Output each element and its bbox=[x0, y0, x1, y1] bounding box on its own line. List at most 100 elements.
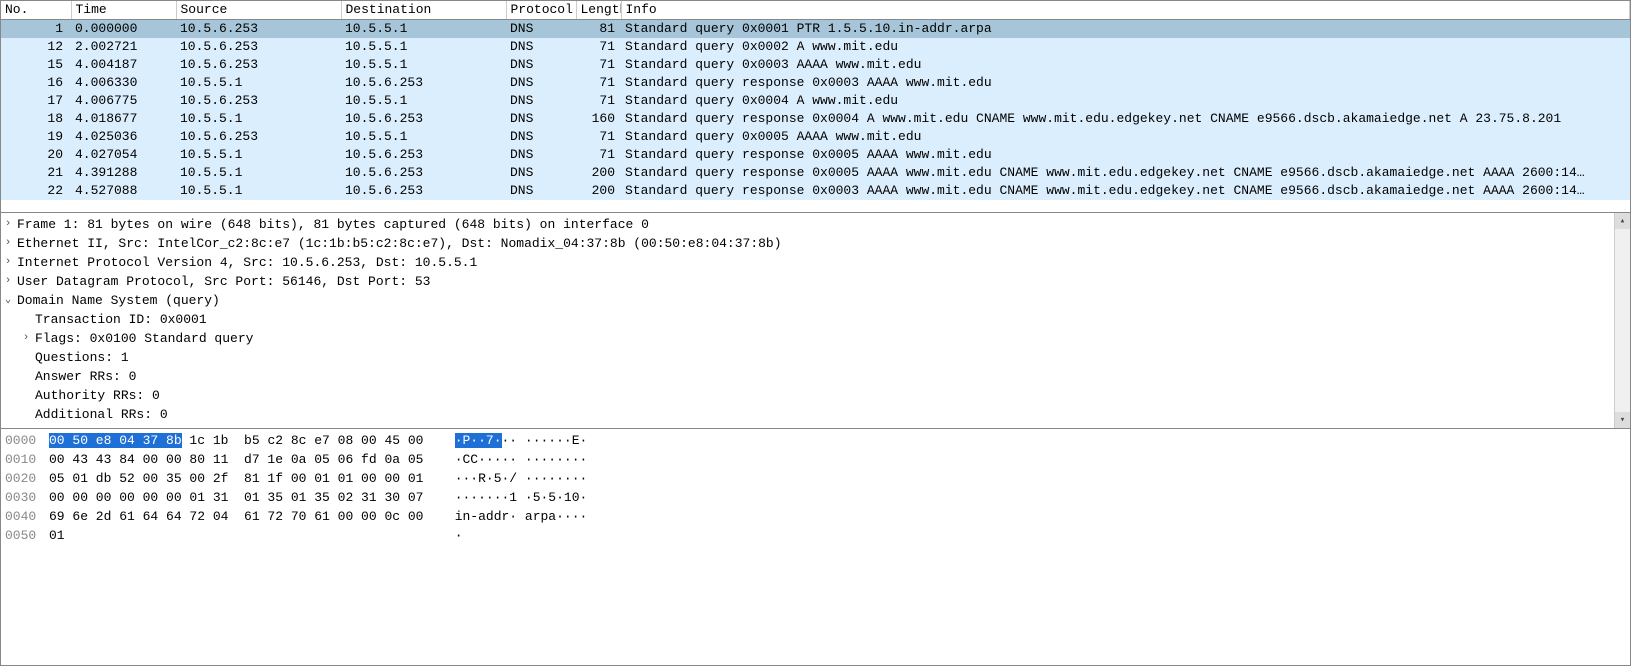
packet-cell: 10.5.6.253 bbox=[341, 164, 506, 182]
detail-tree-text: Frame 1: 81 bytes on wire (648 bits), 81… bbox=[15, 215, 649, 234]
packet-cell: 10.5.5.1 bbox=[176, 74, 341, 92]
col-header-info[interactable]: Info bbox=[621, 1, 1630, 20]
ascii-text: ·· ······E· bbox=[502, 433, 588, 448]
packet-row[interactable]: 184.01867710.5.5.110.5.6.253DNS160Standa… bbox=[1, 110, 1630, 128]
details-scrollbar[interactable]: ▴ ▾ bbox=[1614, 213, 1630, 428]
packet-row[interactable]: 204.02705410.5.5.110.5.6.253DNS71Standar… bbox=[1, 146, 1630, 164]
scroll-down-icon[interactable]: ▾ bbox=[1615, 412, 1630, 428]
packet-cell: 21 bbox=[1, 164, 71, 182]
packet-row[interactable]: 174.00677510.5.6.25310.5.5.1DNS71Standar… bbox=[1, 92, 1630, 110]
expand-right-icon[interactable]: › bbox=[1, 272, 15, 291]
packet-cell: 4.025036 bbox=[71, 128, 176, 146]
expand-right-icon[interactable]: › bbox=[1, 234, 15, 253]
hex-row[interactable]: 001000 43 43 84 00 00 80 11 d7 1e 0a 05 … bbox=[5, 450, 1626, 469]
detail-tree-text: Answer RRs: 0 bbox=[33, 367, 136, 386]
packet-cell: 200 bbox=[576, 182, 621, 200]
detail-tree-row[interactable]: Authority RRs: 0 bbox=[1, 386, 1630, 405]
ascii-text: ···R·5·/ ········ bbox=[455, 471, 588, 486]
detail-tree-row[interactable]: ›Frame 1: 81 bytes on wire (648 bits), 8… bbox=[1, 215, 1630, 234]
expand-right-icon[interactable]: › bbox=[1, 253, 15, 272]
packet-cell: DNS bbox=[506, 164, 576, 182]
packet-row[interactable]: 164.00633010.5.5.110.5.6.253DNS71Standar… bbox=[1, 74, 1630, 92]
hex-row[interactable]: 002005 01 db 52 00 35 00 2f 81 1f 00 01 … bbox=[5, 469, 1626, 488]
expand-down-icon[interactable]: ⌄ bbox=[1, 291, 15, 310]
detail-tree-row[interactable]: Transaction ID: 0x0001 bbox=[1, 310, 1630, 329]
packet-row[interactable]: 224.52708810.5.5.110.5.6.253DNS200Standa… bbox=[1, 182, 1630, 200]
hex-row[interactable]: 003000 00 00 00 00 00 01 31 01 35 01 35 … bbox=[5, 488, 1626, 507]
packet-cell: 10.5.5.1 bbox=[341, 20, 506, 39]
packet-cell: DNS bbox=[506, 146, 576, 164]
detail-tree-row[interactable]: ⌄Domain Name System (query) bbox=[1, 291, 1630, 310]
packet-cell: DNS bbox=[506, 92, 576, 110]
col-header-time[interactable]: Time bbox=[71, 1, 176, 20]
hex-bytes: 00 43 43 84 00 00 80 11 d7 1e 0a 05 06 f… bbox=[49, 452, 423, 467]
packet-cell: 17 bbox=[1, 92, 71, 110]
packet-cell: 10.5.6.253 bbox=[176, 92, 341, 110]
packet-row[interactable]: 122.00272110.5.6.25310.5.5.1DNS71Standar… bbox=[1, 38, 1630, 56]
packet-row[interactable]: 10.00000010.5.6.25310.5.5.1DNS81Standard… bbox=[1, 20, 1630, 39]
packet-cell: Standard query response 0x0005 AAAA www.… bbox=[621, 146, 1630, 164]
col-header-destination[interactable]: Destination bbox=[341, 1, 506, 20]
packet-cell: DNS bbox=[506, 128, 576, 146]
packet-cell: 4.004187 bbox=[71, 56, 176, 74]
hex-offset: 0010 bbox=[5, 450, 49, 469]
packet-cell: 10.5.5.1 bbox=[176, 164, 341, 182]
hex-bytes: 69 6e 2d 61 64 64 72 04 61 72 70 61 00 0… bbox=[49, 509, 423, 524]
detail-tree-row[interactable]: Questions: 1 bbox=[1, 348, 1630, 367]
hex-row[interactable]: 000000 50 e8 04 37 8b 1c 1b b5 c2 8c e7 … bbox=[5, 431, 1626, 450]
packet-cell: 10.5.5.1 bbox=[341, 38, 506, 56]
detail-tree-row[interactable]: ›Ethernet II, Src: IntelCor_c2:8c:e7 (1c… bbox=[1, 234, 1630, 253]
hex-bytes: 1c 1b b5 c2 8c e7 08 00 45 00 bbox=[182, 433, 424, 448]
packet-cell: 20 bbox=[1, 146, 71, 164]
detail-tree-row[interactable]: ›User Datagram Protocol, Src Port: 56146… bbox=[1, 272, 1630, 291]
hex-bytes: 01 bbox=[49, 528, 65, 543]
expand-right-icon[interactable]: › bbox=[19, 329, 33, 348]
packet-cell: 15 bbox=[1, 56, 71, 74]
packet-table: No. Time Source Destination Protocol Len… bbox=[1, 1, 1630, 200]
packet-cell: 18 bbox=[1, 110, 71, 128]
packet-cell: DNS bbox=[506, 74, 576, 92]
packet-row[interactable]: 214.39128810.5.5.110.5.6.253DNS200Standa… bbox=[1, 164, 1630, 182]
packet-cell: 12 bbox=[1, 38, 71, 56]
expand-right-icon[interactable]: › bbox=[1, 215, 15, 234]
hex-highlight: 00 50 e8 04 37 8b bbox=[49, 433, 182, 448]
packet-cell: 10.5.6.253 bbox=[176, 128, 341, 146]
packet-cell: 16 bbox=[1, 74, 71, 92]
ascii-highlight: ·P··7· bbox=[455, 433, 502, 448]
packet-cell: 160 bbox=[576, 110, 621, 128]
ascii-text: ·CC····· ········ bbox=[455, 452, 588, 467]
packet-row[interactable]: 154.00418710.5.6.25310.5.5.1DNS71Standar… bbox=[1, 56, 1630, 74]
hex-bytes: 05 01 db 52 00 35 00 2f 81 1f 00 01 01 0… bbox=[49, 471, 423, 486]
col-header-length[interactable]: Length bbox=[576, 1, 621, 20]
detail-tree-row[interactable]: ›Flags: 0x0100 Standard query bbox=[1, 329, 1630, 348]
packet-bytes-pane[interactable]: 000000 50 e8 04 37 8b 1c 1b b5 c2 8c e7 … bbox=[0, 429, 1631, 666]
packet-cell: Standard query response 0x0003 AAAA www.… bbox=[621, 74, 1630, 92]
packet-cell: 71 bbox=[576, 56, 621, 74]
detail-tree-text: User Datagram Protocol, Src Port: 56146,… bbox=[15, 272, 430, 291]
detail-tree-text: Ethernet II, Src: IntelCor_c2:8c:e7 (1c:… bbox=[15, 234, 782, 253]
packet-row[interactable]: 194.02503610.5.6.25310.5.5.1DNS71Standar… bbox=[1, 128, 1630, 146]
hex-offset: 0020 bbox=[5, 469, 49, 488]
packet-cell: 1 bbox=[1, 20, 71, 39]
col-header-source[interactable]: Source bbox=[176, 1, 341, 20]
packet-cell: Standard query 0x0001 PTR 1.5.5.10.in-ad… bbox=[621, 20, 1630, 39]
detail-tree-row[interactable]: ›Internet Protocol Version 4, Src: 10.5.… bbox=[1, 253, 1630, 272]
packet-cell: 10.5.5.1 bbox=[176, 146, 341, 164]
packet-cell: 4.006775 bbox=[71, 92, 176, 110]
hex-row[interactable]: 004069 6e 2d 61 64 64 72 04 61 72 70 61 … bbox=[5, 507, 1626, 526]
packet-cell: 71 bbox=[576, 92, 621, 110]
packet-cell: DNS bbox=[506, 182, 576, 200]
hex-row[interactable]: 005001 · bbox=[5, 526, 1626, 545]
detail-tree-row[interactable]: Answer RRs: 0 bbox=[1, 367, 1630, 386]
detail-tree-row[interactable]: Additional RRs: 0 bbox=[1, 405, 1630, 424]
packet-cell: 10.5.6.253 bbox=[341, 110, 506, 128]
hex-offset: 0030 bbox=[5, 488, 49, 507]
col-header-protocol[interactable]: Protocol bbox=[506, 1, 576, 20]
packet-list-pane[interactable]: No. Time Source Destination Protocol Len… bbox=[0, 0, 1631, 213]
col-header-no[interactable]: No. bbox=[1, 1, 71, 20]
detail-tree-text: Domain Name System (query) bbox=[15, 291, 220, 310]
hex-bytes: 00 00 00 00 00 00 01 31 01 35 01 35 02 3… bbox=[49, 490, 423, 505]
scroll-up-icon[interactable]: ▴ bbox=[1615, 213, 1630, 229]
packet-details-pane[interactable]: ›Frame 1: 81 bytes on wire (648 bits), 8… bbox=[0, 213, 1631, 429]
packet-table-header[interactable]: No. Time Source Destination Protocol Len… bbox=[1, 1, 1630, 20]
